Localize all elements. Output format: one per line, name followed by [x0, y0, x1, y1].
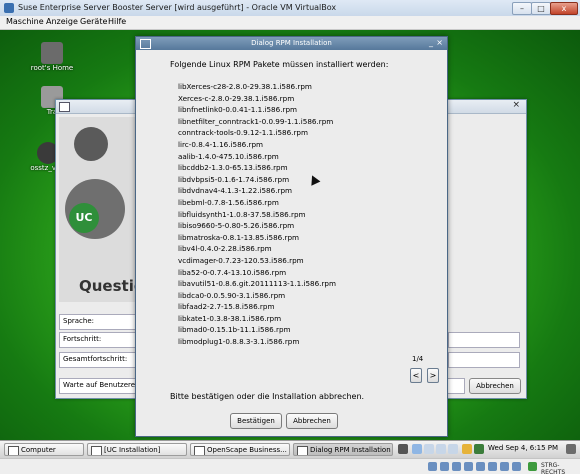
package-item: libcddb2-1.3.0-65.13.i586.rpm: [178, 163, 288, 173]
window-icon: [194, 446, 205, 455]
mouse-integration-icon[interactable]: [528, 462, 537, 471]
menu-hilfe[interactable]: Hilfe: [108, 17, 126, 26]
vbox-status-bar: STRG-RECHTS: [0, 458, 580, 476]
usb-icon[interactable]: [476, 462, 485, 471]
clock[interactable]: Wed Sep 4, 6:15 PM: [488, 444, 558, 452]
disk-icon: [74, 127, 108, 161]
host-key-label: STRG-RECHTS: [541, 462, 566, 476]
dialog-heading: Folgende Linux RPM Pakete müssen install…: [170, 60, 389, 69]
dialog-title: Dialog RPM Installation: [251, 39, 332, 47]
menu-maschine[interactable]: Maschine: [6, 17, 44, 26]
close-button[interactable]: x: [550, 2, 578, 15]
package-list: libXerces-c28-2.8.0-29.38.1.i586.rpm Xer…: [178, 81, 336, 348]
confirm-button[interactable]: Bestätigen: [230, 413, 282, 429]
computer-icon: [8, 446, 19, 455]
dialog-titlebar[interactable]: Dialog RPM Installation _ ×: [136, 37, 447, 50]
package-item: libfluidsynth1-1.0.8-37.58.i586.rpm: [178, 209, 306, 219]
package-item: libnfnetlink0-0.0.41-1.1.i586.rpm: [178, 105, 298, 115]
virtualbox-icon: [4, 3, 14, 13]
package-item: libv4l-0.4.0-2.28.i586.rpm: [178, 244, 272, 254]
package-item: liba52-0-0.7.4-13.10.i586.rpm: [178, 267, 287, 277]
network-icon[interactable]: [462, 444, 472, 454]
optical-drive-icon[interactable]: [440, 462, 449, 471]
desktop-switcher-2[interactable]: [424, 444, 434, 454]
package-item: libmad0-0.15.1b-11.1.i586.rpm: [178, 325, 291, 335]
desktop-icon-label: root's Home: [30, 64, 74, 72]
menu-geraete[interactable]: Geräte: [80, 17, 107, 26]
desktop-switcher-1[interactable]: [412, 444, 422, 454]
hdd-status-icon[interactable]: [428, 462, 437, 471]
package-item: Xerces-c-2.8.0-29.38.1.i586.rpm: [178, 93, 295, 103]
status-text: Warte auf Benutzerei: [59, 378, 141, 394]
show-desktop-icon[interactable]: [566, 444, 576, 454]
start-button-computer[interactable]: Computer: [4, 443, 84, 456]
video-capture-icon[interactable]: [512, 462, 521, 471]
package-item: libXerces-c28-2.8.0-29.38.1.i586.rpm: [178, 82, 312, 91]
package-item: libiso9660-5-0.80-5.26.i586.rpm: [178, 221, 295, 231]
progress-bar: [448, 332, 520, 348]
package-item: libebml-0.7.8-1.56.i586.rpm: [178, 197, 279, 207]
volume-icon[interactable]: [398, 444, 408, 454]
package-item: libdca0-0.0.5.90-3.1.i586.rpm: [178, 290, 286, 300]
package-item: aalib-1.4.0-475.10.i586.rpm: [178, 151, 279, 161]
uc-logo: UC: [69, 203, 99, 233]
vbox-menu-bar: Maschine Anzeige Geräte Hilfe: [0, 16, 580, 30]
package-item: lirc-0.8.4-1.16.i586.rpm: [178, 139, 264, 149]
package-item: libnetfilter_conntrack1-0.0.99-1.1.i586.…: [178, 116, 334, 126]
installer-artwork: UC Question: [59, 117, 144, 302]
rpm-installation-dialog: Dialog RPM Installation _ × Folgende Lin…: [135, 36, 448, 437]
update-icon[interactable]: [474, 444, 484, 454]
prev-page-button[interactable]: <: [410, 368, 422, 383]
close-icon[interactable]: ×: [512, 100, 520, 110]
progress-field: Fortschritt:: [59, 332, 141, 348]
maximize-button[interactable]: □: [531, 2, 551, 15]
minimize-icon[interactable]: _: [429, 38, 433, 47]
package-item: libkate1-0.3.8-38.1.i586.rpm: [178, 313, 282, 323]
next-page-button[interactable]: >: [427, 368, 439, 383]
task-dialog-rpm[interactable]: Dialog RPM Installation: [293, 443, 393, 456]
total-progress-bar: [448, 352, 520, 368]
task-uc-installation[interactable]: [UC Installation]: [87, 443, 187, 456]
package-item: libmatroska-0.8.1-13.85.i586.rpm: [178, 232, 300, 242]
window-icon: [59, 102, 70, 112]
package-item: libmodplug1-0.8.8.3-3.1.i586.rpm: [178, 337, 300, 347]
vbox-title-bar[interactable]: Suse Enterprise Server Booster Server [w…: [0, 0, 580, 17]
package-item: vcdimager-0.7.23-120.53.i586.rpm: [178, 255, 304, 265]
minimize-button[interactable]: –: [512, 2, 532, 15]
total-progress-field: Gesamtfortschritt:: [59, 352, 141, 368]
language-field: Sprache:: [59, 314, 141, 330]
network-status-icon[interactable]: [464, 462, 473, 471]
window-icon: [297, 446, 308, 455]
menu-anzeige[interactable]: Anzeige: [46, 17, 78, 26]
shared-folders-icon[interactable]: [488, 462, 497, 471]
window-icon: [91, 446, 102, 455]
desktop-switcher-3[interactable]: [436, 444, 446, 454]
task-openscape[interactable]: OpenScape Business...: [190, 443, 290, 456]
close-icon[interactable]: ×: [436, 38, 443, 47]
home-folder-icon: [41, 42, 63, 64]
package-item: conntrack-tools-0.9.12-1.1.i586.rpm: [178, 128, 308, 138]
guest-taskbar: Computer [UC Installation] OpenScape Bus…: [0, 440, 580, 459]
package-item: libfaad2-2.7-15.8.i586.rpm: [178, 302, 275, 312]
floppy-icon[interactable]: [452, 462, 461, 471]
package-item: libdvdnav4-4.1.3-1.22.i586.rpm: [178, 186, 293, 196]
package-item: libavutil51-0.8.6.git.20111113-1.1.i586.…: [178, 279, 336, 289]
cancel-button[interactable]: Abbrechen: [286, 413, 338, 429]
abort-button[interactable]: Abbrechen: [469, 378, 521, 394]
vbox-window-title: Suse Enterprise Server Booster Server [w…: [18, 3, 337, 12]
desktop-switcher-4[interactable]: [448, 444, 458, 454]
confirm-text: Bitte bestätigen oder die Installation a…: [170, 392, 365, 401]
display-icon[interactable]: [500, 462, 509, 471]
desktop-icon-home[interactable]: root's Home: [22, 42, 82, 72]
page-indicator: 1/4: [412, 355, 424, 363]
